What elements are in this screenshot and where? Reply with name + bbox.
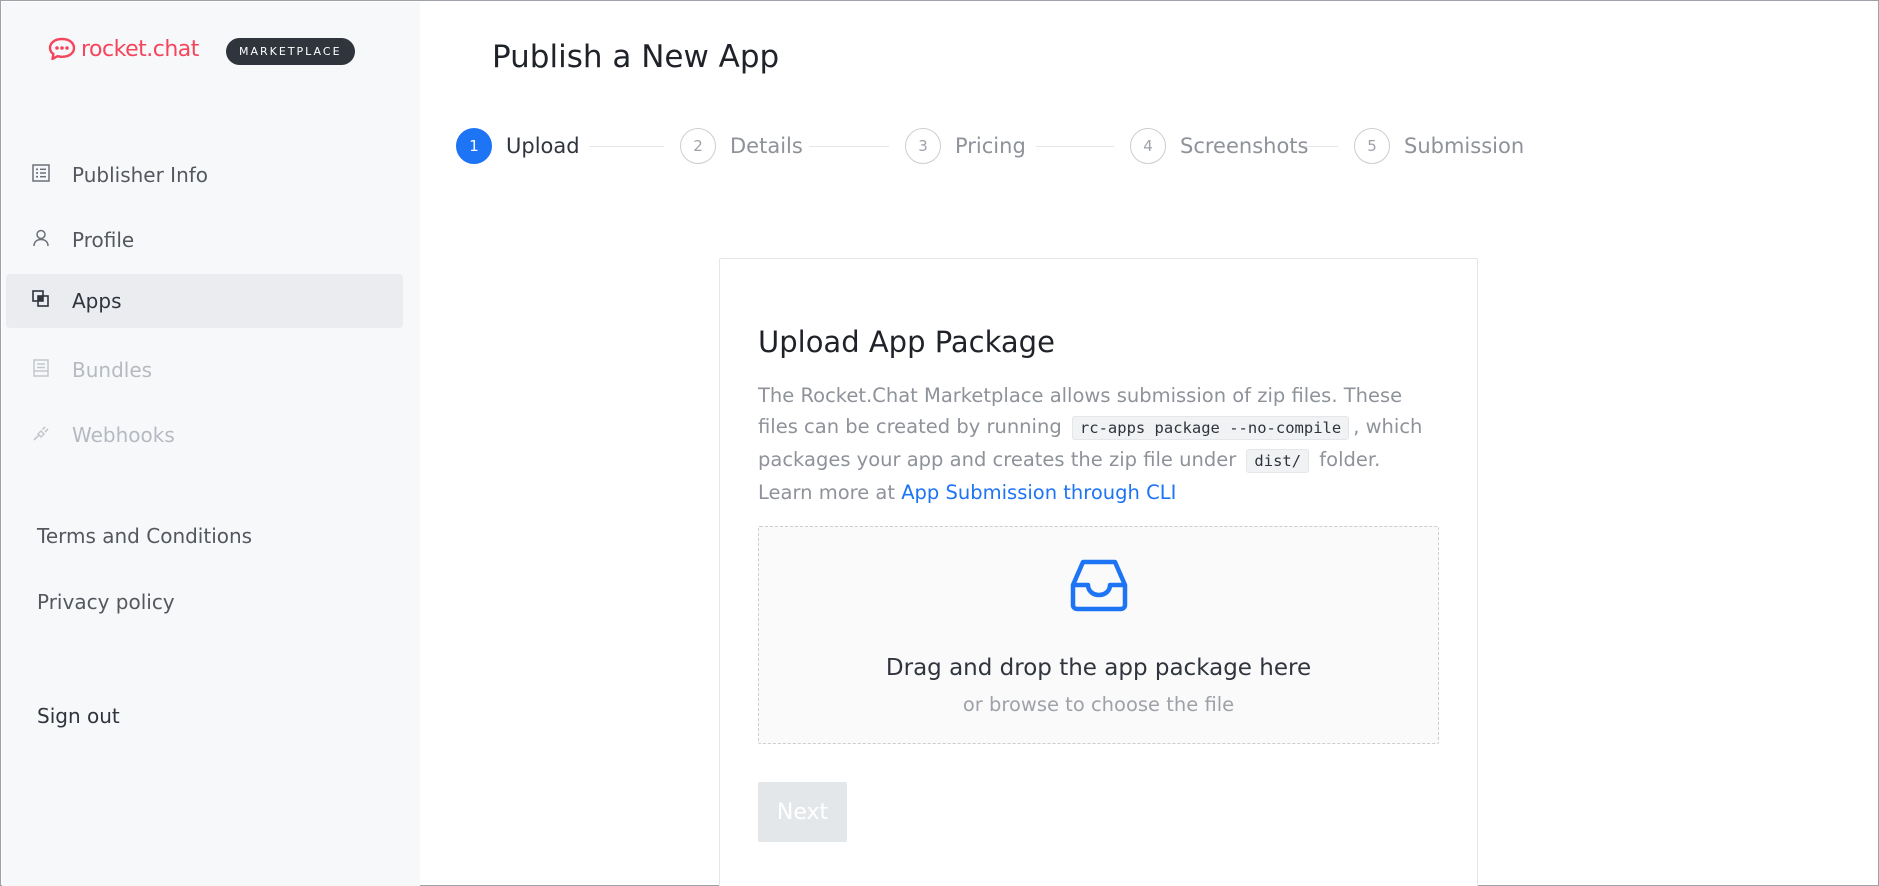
learn-more-prefix: Learn more at: [758, 481, 896, 504]
brand-name: rocket.chat: [81, 36, 199, 62]
sidebar: rocket.chat MARKETPLACE Publisher Info P…: [2, 2, 420, 886]
list-icon: [32, 164, 50, 182]
sign-out-link[interactable]: Sign out: [37, 704, 120, 728]
step-number: 1: [456, 128, 492, 164]
sidebar-item-webhooks[interactable]: Webhooks: [6, 408, 403, 462]
marketplace-badge: MARKETPLACE: [226, 38, 355, 65]
page-title: Publish a New App: [492, 39, 780, 75]
step-pricing[interactable]: 3 Pricing: [905, 128, 1026, 164]
sidebar-item-label: Publisher Info: [72, 163, 209, 187]
step-screenshots[interactable]: 4 Screenshots: [1130, 128, 1308, 164]
next-button[interactable]: Next: [758, 782, 847, 842]
upload-card: Upload App Package The Rocket.Chat Marke…: [719, 258, 1478, 886]
description-text: folder.: [1319, 448, 1381, 471]
upload-description: The Rocket.Chat Marketplace allows submi…: [758, 380, 1448, 508]
step-number: 3: [905, 128, 941, 164]
sidebar-item-apps[interactable]: Apps: [6, 274, 403, 328]
brand-logo[interactable]: rocket.chat: [48, 36, 199, 62]
sidebar-item-label: Webhooks: [72, 423, 175, 447]
sidebar-item-label: Apps: [72, 289, 122, 313]
cli-submission-link[interactable]: App Submission through CLI: [901, 481, 1176, 504]
sidebar-item-label: Profile: [72, 228, 135, 252]
webhook-icon: [33, 426, 49, 441]
step-submission[interactable]: 5 Submission: [1354, 128, 1524, 164]
bundle-icon: [33, 359, 49, 377]
step-label: Upload: [506, 134, 580, 158]
rocket-chat-logo-icon: [48, 37, 76, 61]
step-connector: [589, 146, 664, 147]
package-dropzone[interactable]: Drag and drop the app package here or br…: [758, 526, 1439, 744]
dist-folder-code: dist/: [1246, 449, 1310, 473]
step-upload[interactable]: 1 Upload: [456, 128, 580, 164]
app-frame: rocket.chat MARKETPLACE Publisher Info P…: [0, 0, 1879, 886]
sidebar-item-label: Bundles: [72, 358, 153, 382]
sidebar-item-profile[interactable]: Profile: [6, 213, 403, 267]
step-connector: [809, 146, 889, 147]
step-number: 4: [1130, 128, 1166, 164]
dropzone-title: Drag and drop the app package here: [885, 655, 1312, 681]
user-icon: [33, 229, 49, 247]
step-label: Screenshots: [1180, 134, 1309, 158]
step-label: Pricing: [955, 134, 1026, 158]
sidebar-item-publisher-info[interactable]: Publisher Info: [6, 148, 403, 202]
cli-command-code: rc-apps package --no-compile: [1071, 416, 1350, 440]
apps-icon: [32, 290, 49, 307]
terms-link[interactable]: Terms and Conditions: [37, 524, 252, 548]
step-number: 5: [1354, 128, 1390, 164]
inbox-icon: [1070, 559, 1128, 612]
sidebar-item-bundles[interactable]: Bundles: [6, 343, 403, 397]
step-connector: [1036, 146, 1114, 147]
step-label: Submission: [1404, 134, 1525, 158]
step-number: 2: [680, 128, 716, 164]
upload-title: Upload App Package: [758, 325, 1055, 359]
dropzone-browse-hint[interactable]: or browse to choose the file: [759, 693, 1438, 716]
stepper: 1 Upload 2 Details 3 Pricing 4 Screensho…: [456, 128, 1524, 164]
step-details[interactable]: 2 Details: [680, 128, 803, 164]
privacy-link[interactable]: Privacy policy: [37, 590, 175, 614]
step-label: Details: [730, 134, 803, 158]
